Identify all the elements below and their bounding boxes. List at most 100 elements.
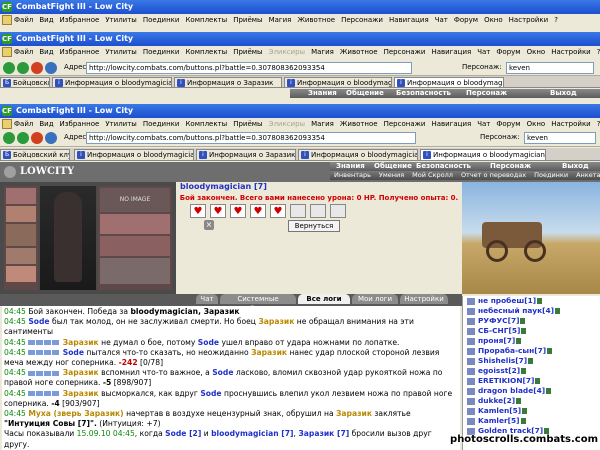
nav-character[interactable]: Персонаж [466, 89, 507, 98]
subnav-item[interactable]: Инвентарь [334, 171, 371, 179]
address-input[interactable]: http://lowcity.combats.com/buttons.pl?ba… [86, 62, 412, 74]
tab-info[interactable]: iИнформация о bloodymagician [394, 77, 504, 87]
subnav-item[interactable]: Отчет о переводах [461, 171, 526, 179]
nav-knowledge[interactable]: Знания [336, 162, 365, 171]
menu-item[interactable]: Окно [527, 48, 546, 56]
menu-item[interactable]: Утилиты [105, 48, 137, 56]
forward-icon[interactable] [17, 62, 29, 74]
person-select[interactable]: keven [506, 62, 594, 74]
menu-item[interactable]: Окно [484, 16, 503, 24]
menu-item[interactable]: Чат [477, 120, 490, 128]
menu-item[interactable]: Настройки [551, 120, 591, 128]
menu-item[interactable]: Избранное [60, 120, 100, 128]
user-list-item[interactable]: не пробеш[1] [467, 296, 600, 306]
back-window-titlebar[interactable]: CF CombatFight III - Low City [0, 0, 600, 14]
tab-info[interactable]: iИнформация о bloodymagician [298, 149, 418, 160]
menu-item[interactable]: Поединки [143, 120, 180, 128]
menu-item[interactable]: Комплекты [185, 120, 227, 128]
menu-item[interactable]: Форум [496, 120, 520, 128]
menu-item[interactable]: Избранное [60, 16, 100, 24]
user-list-item[interactable]: dukke[2] [467, 396, 600, 406]
stop-icon[interactable] [31, 62, 43, 74]
tab-system[interactable]: Системные сообщения [220, 294, 296, 306]
tab-info[interactable]: i Информация о Заразик [196, 149, 296, 160]
menu-item[interactable]: ? [554, 16, 558, 24]
tab-info[interactable]: iИнформация о bloodymagician [284, 77, 392, 87]
user-list-item[interactable]: ERETIKION[7] [467, 376, 600, 386]
user-list-item[interactable]: СБ-СНГ[5] [467, 326, 600, 336]
menu-item[interactable]: Комплекты [185, 16, 227, 24]
menu-item[interactable]: Окно [527, 120, 546, 128]
menu-item[interactable]: Поединки [143, 16, 180, 24]
menu-item[interactable]: Настройки [509, 16, 549, 24]
tab-info[interactable]: iИнформация о bloodymagician [52, 77, 172, 87]
mid-window-titlebar[interactable]: CF CombatFight III - Low City [0, 32, 600, 46]
user-list-item[interactable]: Прораба-сын[7] [467, 346, 600, 356]
subnav-item[interactable]: Мой Скролл [412, 171, 453, 179]
menu-item[interactable]: Приёмы [233, 16, 262, 24]
tab-all-logs[interactable]: Все логи [298, 294, 350, 304]
menu-item[interactable]: Приёмы [233, 48, 262, 56]
menu-item[interactable]: Вид [39, 120, 53, 128]
menu-item[interactable]: Чат [435, 16, 448, 24]
user-list-item[interactable]: Kamler[5] [467, 416, 600, 426]
tab-info[interactable]: i Информация о Заразик [174, 77, 282, 87]
nav-communication[interactable]: Общение [346, 89, 384, 98]
menu-item[interactable]: Чат [477, 48, 490, 56]
user-list-item[interactable]: Kamlen[5] [467, 406, 600, 416]
menu-item[interactable]: Магия [311, 48, 334, 56]
back-icon[interactable] [3, 62, 15, 74]
menu-item[interactable]: Форум [496, 48, 520, 56]
menu-item[interactable]: Файл [14, 48, 33, 56]
user-list-item[interactable]: egoisst[2] [467, 366, 600, 376]
menu-item[interactable]: Навигация [431, 48, 471, 56]
menu-item[interactable]: Файл [14, 120, 33, 128]
refresh-icon[interactable] [45, 62, 57, 74]
nav-security[interactable]: Безопасность [416, 162, 471, 171]
menu-item[interactable]: Животное [340, 48, 378, 56]
tab-club[interactable]: ББойцовский клуб [0, 77, 50, 87]
forward-icon[interactable] [17, 132, 29, 144]
subnav-item[interactable]: Анкета [576, 171, 600, 179]
menu-item[interactable]: Вид [39, 48, 53, 56]
nav-exit[interactable]: Выход [562, 162, 589, 171]
refresh-icon[interactable] [45, 132, 57, 144]
user-list-item[interactable]: Shishelis[7] [467, 356, 600, 366]
menu-item[interactable]: Вид [39, 16, 53, 24]
tab-settings[interactable]: Настройки [400, 294, 448, 304]
nav-exit[interactable]: Выход [550, 89, 577, 98]
nav-communication[interactable]: Общение [374, 162, 412, 171]
menu-item[interactable]: Файл [14, 16, 33, 24]
tab-my-logs[interactable]: Мои логи [352, 294, 398, 304]
player-name[interactable]: bloodymagician [7] [180, 182, 380, 192]
back-icon[interactable] [3, 132, 15, 144]
return-button[interactable]: Вернуться [288, 220, 340, 232]
user-list-item[interactable]: dragon blade[4] [467, 386, 600, 396]
menu-item[interactable]: Навигация [431, 120, 471, 128]
menu-item[interactable]: Настройки [551, 48, 591, 56]
user-list-item[interactable]: небесный паук[4] [467, 306, 600, 316]
subnav-item[interactable]: Поединки [534, 171, 568, 179]
address-input[interactable]: http://lowcity.combats.com/buttons.pl?ba… [86, 132, 416, 144]
menu-item[interactable]: Избранное [60, 48, 100, 56]
menu-item[interactable]: Форум [454, 16, 478, 24]
nav-knowledge[interactable]: Знания [308, 89, 337, 98]
nav-security[interactable]: Безопасность [396, 89, 451, 98]
menu-item[interactable]: Утилиты [105, 16, 137, 24]
tab-chat[interactable]: Чат [196, 294, 218, 304]
nav-character[interactable]: Персонаж [490, 162, 531, 171]
menu-item[interactable]: Персонажи [384, 120, 426, 128]
tab-info[interactable]: iИнформация о bloodymagician [74, 149, 194, 160]
user-list-item[interactable]: РУФУС[7] [467, 316, 600, 326]
menu-item[interactable]: Животное [340, 120, 378, 128]
menu-item[interactable]: Эликсиры [269, 48, 306, 56]
front-window-titlebar[interactable]: CF CombatFight III - Low City [0, 104, 600, 118]
person-select[interactable]: keven [524, 132, 596, 144]
menu-item[interactable]: Персонажи [341, 16, 383, 24]
menu-item[interactable]: Приёмы [233, 120, 262, 128]
menu-item[interactable]: Магия [311, 120, 334, 128]
menu-item[interactable]: Навигация [389, 16, 429, 24]
user-list-item[interactable]: проня[7] [467, 336, 600, 346]
menu-item[interactable]: Магия [269, 16, 292, 24]
tab-club[interactable]: ББойцовский клуб [0, 149, 70, 160]
